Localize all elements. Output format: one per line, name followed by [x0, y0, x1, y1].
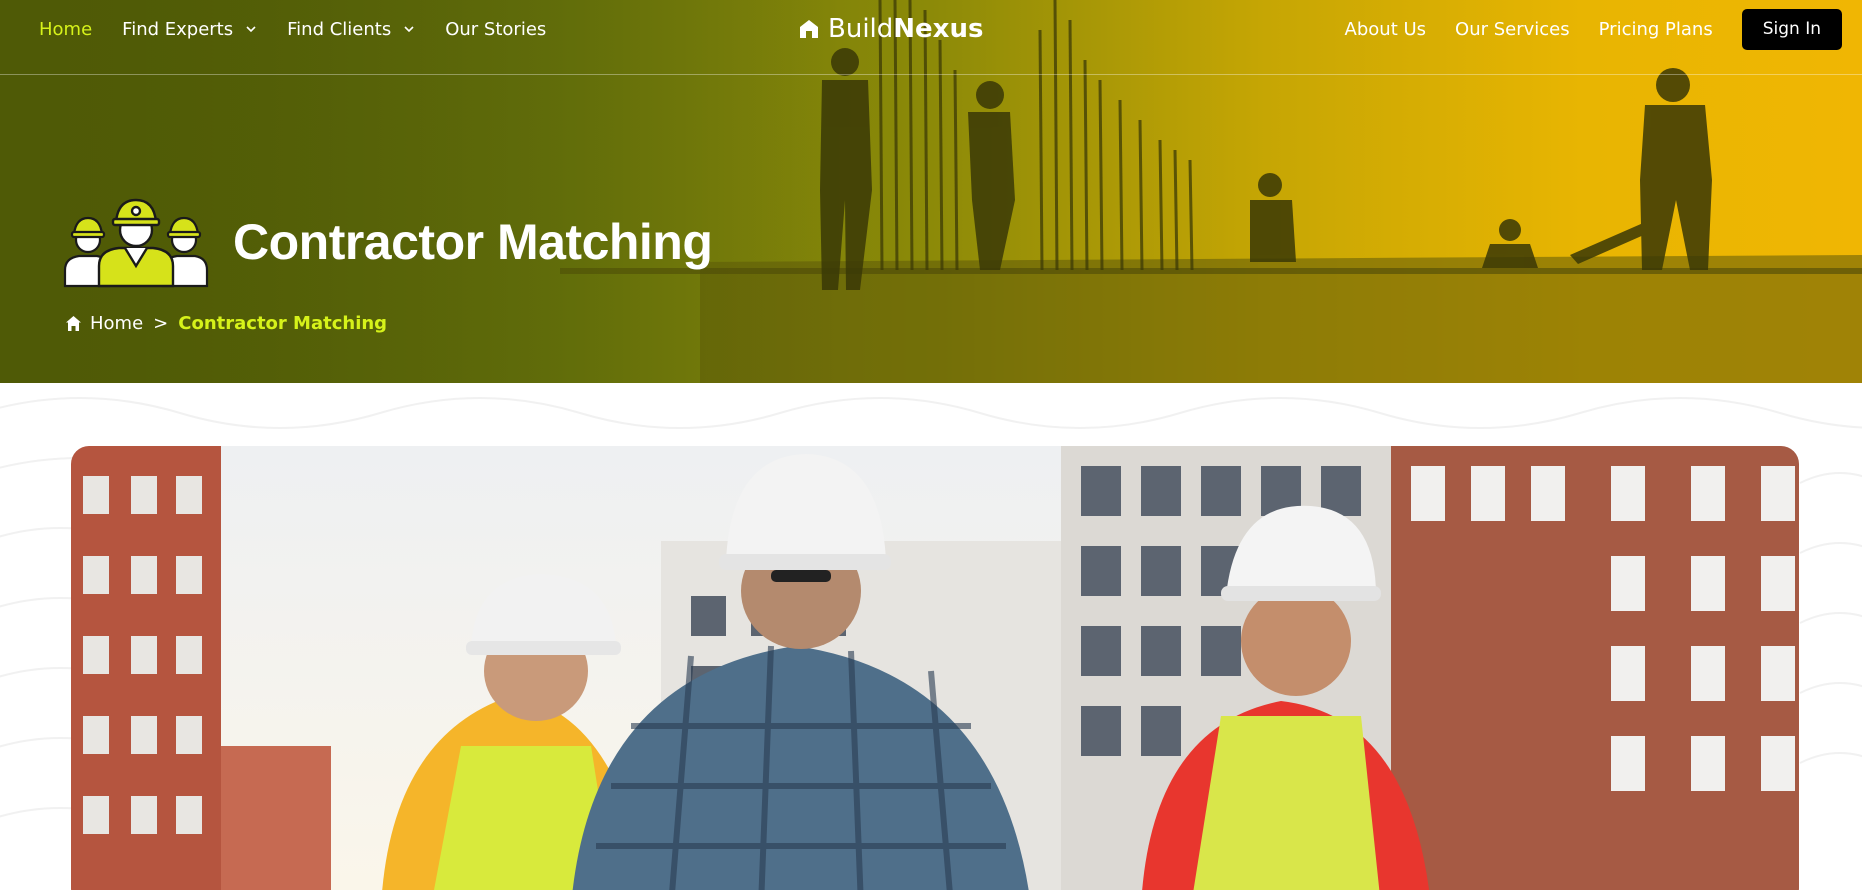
page-header: Contractor Matching: [63, 196, 713, 288]
house-icon: [800, 20, 818, 38]
nav-our-stories[interactable]: Our Stories: [445, 19, 546, 40]
home-icon: [66, 316, 81, 331]
breadcrumb-current: Contractor Matching: [178, 313, 388, 334]
nav-find-clients-label: Find Clients: [287, 18, 392, 40]
feature-image: [71, 446, 1799, 890]
nav-find-experts[interactable]: Find Experts: [122, 19, 257, 40]
construction-workers-photo: [71, 446, 1799, 890]
breadcrumb-separator: >: [153, 313, 169, 334]
brand-name-part1: Build: [828, 14, 894, 44]
workers-team-icon: [63, 198, 209, 288]
nav-find-clients[interactable]: Find Clients: [287, 19, 415, 40]
nav-about-us[interactable]: About Us: [1345, 19, 1427, 40]
nav-pricing-plans[interactable]: Pricing Plans: [1599, 19, 1713, 40]
nav-home-label: Home: [39, 18, 93, 40]
top-navbar: Home Find Experts Find Clients Our Stori…: [0, 0, 1862, 75]
breadcrumb: Home > Contractor Matching: [65, 313, 387, 334]
sign-in-button[interactable]: Sign In: [1741, 8, 1842, 50]
nav-our-stories-label: Our Stories: [445, 18, 547, 40]
nav-our-services[interactable]: Our Services: [1455, 19, 1570, 40]
nav-home[interactable]: Home: [39, 19, 92, 40]
primary-nav: Home Find Experts Find Clients Our Stori…: [39, 0, 546, 58]
secondary-nav: About Us Our Services Pricing Plans Sign…: [1345, 8, 1842, 50]
chevron-down-icon: [404, 26, 414, 33]
nav-find-experts-label: Find Experts: [122, 18, 234, 40]
hero-banner: Home Find Experts Find Clients Our Stori…: [0, 0, 1862, 383]
chevron-down-icon: [246, 26, 256, 33]
breadcrumb-home[interactable]: Home: [90, 313, 143, 334]
page-title: Contractor Matching: [233, 214, 713, 270]
main-content: [0, 383, 1862, 890]
brand-name-part2: Nexus: [893, 14, 984, 44]
brand-logo[interactable]: Build Nexus: [798, 11, 983, 47]
